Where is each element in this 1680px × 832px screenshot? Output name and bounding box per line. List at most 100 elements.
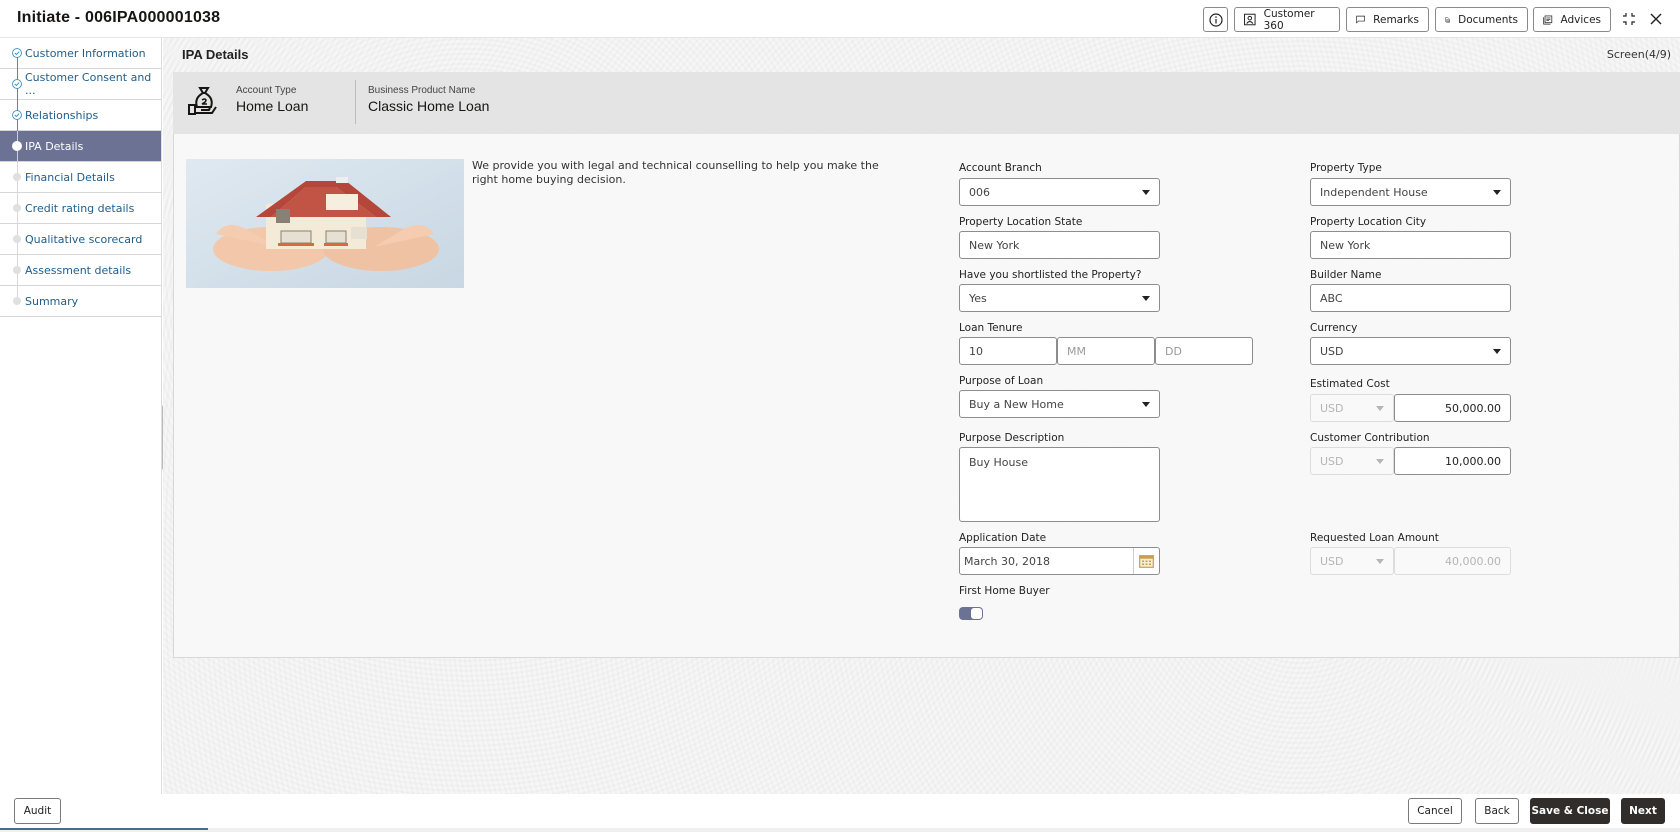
estimated-cost-currency-select[interactable]: USD — [1310, 394, 1394, 422]
purpose-of-loan-value: Buy a New Home — [969, 397, 1064, 411]
loan-tenure-months-input[interactable]: MM — [1057, 337, 1155, 365]
shortlisted-value: Yes — [969, 291, 987, 305]
save-close-button[interactable]: Save & Close — [1530, 798, 1610, 824]
property-type-select[interactable]: Independent House — [1310, 178, 1511, 206]
scrollbar-thumb[interactable] — [0, 828, 208, 830]
sidebar-item-qualitative-scorecard[interactable]: Qualitative scorecard — [0, 224, 161, 255]
info-icon — [1208, 12, 1223, 27]
shortlisted-label: Have you shortlisted the Property? — [959, 269, 1142, 281]
advices-label: Advices — [1560, 13, 1602, 26]
house-in-hands-image — [186, 159, 464, 288]
business-product-label: Business Product Name — [368, 85, 476, 96]
purpose-of-loan-field: Purpose of Loan — [959, 375, 1043, 389]
check-circle-icon — [12, 110, 22, 120]
advices-button[interactable]: Advices — [1533, 7, 1611, 32]
first-home-buyer-toggle[interactable] — [959, 607, 983, 620]
requested-loan-amount-input: 40,000.00 — [1394, 547, 1511, 575]
main-content: IPA Details Screen(4/9) Account Type Hom… — [163, 38, 1680, 794]
sidebar-item-relationships[interactable]: Relationships — [0, 100, 161, 131]
first-home-buyer-label: First Home Buyer — [959, 585, 1050, 597]
loan-tenure-days-input[interactable]: DD — [1155, 337, 1253, 365]
customer-360-button[interactable]: Customer 360 — [1234, 7, 1340, 32]
builder-name-value: ABC — [1320, 291, 1343, 305]
currency-select[interactable]: USD — [1310, 337, 1511, 365]
property-location-state-field: Property Location State — [959, 216, 1082, 230]
purpose-description-textarea[interactable]: Buy House — [959, 447, 1160, 522]
audit-button[interactable]: Audit — [14, 798, 61, 824]
remarks-button[interactable]: Remarks — [1346, 7, 1429, 32]
loan-tenure-years-input[interactable]: 10 — [959, 337, 1057, 365]
calendar-button[interactable] — [1133, 548, 1159, 574]
account-branch-value: 006 — [969, 185, 990, 199]
close-button[interactable] — [1645, 8, 1667, 30]
chevron-down-icon — [1376, 406, 1384, 411]
property-type-value: Independent House — [1320, 185, 1428, 199]
estimated-cost-currency: USD — [1320, 401, 1344, 415]
next-button[interactable]: Next — [1621, 798, 1665, 824]
page-header-title: Initiate - 006IPA000001038 — [17, 9, 221, 26]
collapse-icon — [1623, 13, 1635, 25]
requested-loan-amount-field: Requested Loan Amount — [1310, 532, 1439, 546]
sidebar-item-customer-information[interactable]: Customer Information — [0, 38, 161, 69]
property-location-city-input[interactable]: New York — [1310, 231, 1511, 259]
sidebar-item-customer-consent[interactable]: Customer Consent and ... — [0, 69, 161, 100]
step-label: Financial Details — [25, 170, 115, 184]
bottom-scrollbar[interactable] — [0, 828, 1680, 832]
remarks-label: Remarks — [1373, 13, 1419, 26]
loan-tenure-months-placeholder: MM — [1067, 344, 1086, 358]
builder-name-input[interactable]: ABC — [1310, 284, 1511, 312]
sidebar-item-summary[interactable]: Summary — [0, 286, 161, 317]
account-branch-label: Account Branch — [959, 162, 1042, 174]
chevron-down-icon — [1376, 559, 1384, 564]
application-date-input[interactable]: March 30, 2018 — [959, 547, 1160, 575]
chevron-down-icon — [1142, 296, 1150, 301]
customer-contribution-currency-select[interactable]: USD — [1310, 447, 1394, 475]
chevron-down-icon — [1142, 402, 1150, 407]
documents-button[interactable]: Documents — [1435, 7, 1528, 32]
collapse-button[interactable] — [1618, 8, 1640, 30]
step-label: Customer Information — [25, 46, 146, 60]
sidebar-item-credit-rating-details[interactable]: Credit rating details — [0, 193, 161, 224]
cancel-button[interactable]: Cancel — [1408, 798, 1462, 824]
requested-loan-currency-select: USD — [1310, 547, 1394, 575]
documents-label: Documents — [1458, 13, 1518, 26]
property-location-state-input[interactable]: New York — [959, 231, 1160, 259]
first-home-buyer-field: First Home Buyer — [959, 585, 1050, 599]
pending-step-dot-icon — [13, 297, 21, 305]
purpose-description-field: Purpose Description — [959, 432, 1064, 446]
customer-contribution-amount: 10,000.00 — [1445, 454, 1501, 468]
business-product-value: Classic Home Loan — [368, 98, 490, 114]
step-label: Assessment details — [25, 263, 132, 277]
purpose-description-label: Purpose Description — [959, 432, 1065, 444]
currency-field: Currency — [1310, 322, 1357, 336]
property-location-city-label: Property Location City — [1310, 216, 1427, 228]
back-button[interactable]: Back — [1475, 798, 1519, 824]
account-branch-field: Account Branch — [959, 162, 1042, 176]
purpose-of-loan-select[interactable]: Buy a New Home — [959, 390, 1160, 418]
shortlisted-select[interactable]: Yes — [959, 284, 1160, 312]
account-type-value: Home Loan — [236, 98, 309, 114]
customer-360-label: Customer 360 — [1263, 7, 1315, 32]
purpose-of-loan-label: Purpose of Loan — [959, 375, 1044, 387]
chevron-down-icon — [1493, 349, 1501, 354]
pending-step-dot-icon — [13, 266, 21, 274]
requested-loan-currency: USD — [1320, 554, 1344, 568]
comment-icon — [1356, 15, 1365, 24]
check-circle-icon — [12, 48, 22, 58]
close-icon — [1650, 13, 1662, 25]
info-button[interactable] — [1203, 7, 1228, 32]
current-step-dot-icon — [12, 141, 22, 151]
sidebar-item-ipa-details[interactable]: IPA Details — [0, 131, 161, 162]
estimated-cost-label: Estimated Cost — [1310, 378, 1390, 390]
footer-action-bar: Audit Cancel Back Save & Close Next — [0, 794, 1680, 832]
estimated-cost-amount-input[interactable]: 50,000.00 — [1394, 394, 1511, 422]
customer-contribution-amount-input[interactable]: 10,000.00 — [1394, 447, 1511, 475]
sidebar-item-assessment-details[interactable]: Assessment details — [0, 255, 161, 286]
step-label: IPA Details — [25, 139, 84, 153]
sidebar-item-financial-details[interactable]: Financial Details — [0, 162, 161, 193]
currency-label: Currency — [1310, 322, 1358, 334]
product-info-bar: Account Type Home Loan Business Product … — [173, 72, 1680, 134]
customer-contribution-label: Customer Contribution — [1310, 432, 1430, 444]
account-branch-select[interactable]: 006 — [959, 178, 1160, 206]
step-label: Qualitative scorecard — [25, 232, 143, 246]
